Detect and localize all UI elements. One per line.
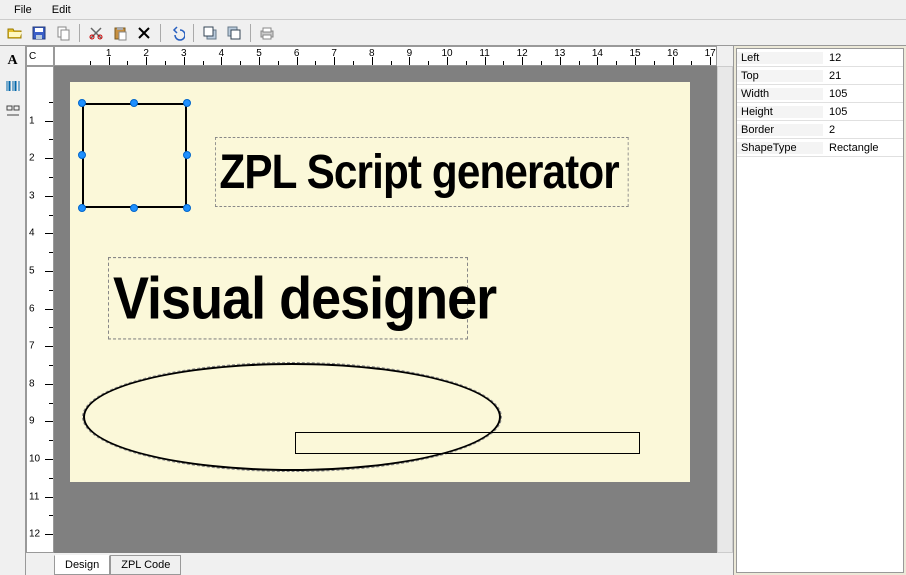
property-label: Width bbox=[737, 88, 823, 100]
canvas-page[interactable]: ZPL Script generator Visual designer bbox=[70, 82, 690, 482]
property-row[interactable]: ShapeTypeRectangle bbox=[737, 139, 903, 157]
printer-icon bbox=[259, 25, 275, 41]
rectangle-shape[interactable] bbox=[82, 103, 187, 208]
property-row[interactable]: Left12 bbox=[737, 49, 903, 67]
canvas-viewport[interactable]: ZPL Script generator Visual designer bbox=[54, 66, 717, 553]
copy-button[interactable] bbox=[52, 22, 74, 44]
property-label: Border bbox=[737, 124, 823, 136]
vertical-ruler: 123456789101112 bbox=[26, 66, 54, 553]
menu-edit[interactable]: Edit bbox=[42, 2, 81, 18]
menu-file[interactable]: File bbox=[4, 2, 42, 18]
tab-strip: Design ZPL Code bbox=[54, 553, 181, 575]
align-icon bbox=[5, 103, 21, 119]
selection-handle[interactable] bbox=[78, 99, 86, 107]
barcode-tool[interactable] bbox=[2, 75, 24, 97]
selection-handle[interactable] bbox=[78, 204, 86, 212]
tab-design[interactable]: Design bbox=[54, 555, 110, 575]
property-value[interactable]: 105 bbox=[823, 106, 903, 118]
selection-handle[interactable] bbox=[183, 99, 191, 107]
selection-handle[interactable] bbox=[130, 204, 138, 212]
align-tool[interactable] bbox=[2, 100, 24, 122]
selection-handle[interactable] bbox=[183, 151, 191, 159]
barcode-icon bbox=[5, 78, 21, 94]
property-label: Left bbox=[737, 52, 823, 64]
toolbar-separator bbox=[250, 24, 251, 42]
text-tool[interactable]: A bbox=[2, 50, 24, 72]
paste-button[interactable] bbox=[109, 22, 131, 44]
text-object[interactable]: ZPL Script generator bbox=[215, 137, 629, 207]
selection-handle[interactable] bbox=[130, 99, 138, 107]
tab-zpl-code[interactable]: ZPL Code bbox=[110, 555, 181, 575]
property-row[interactable]: Height105 bbox=[737, 103, 903, 121]
ellipse-shape[interactable] bbox=[82, 362, 502, 472]
toolbar-separator bbox=[79, 24, 80, 42]
save-button[interactable] bbox=[28, 22, 50, 44]
property-value[interactable]: 2 bbox=[823, 124, 903, 136]
selection-handle[interactable] bbox=[78, 151, 86, 159]
text-object[interactable]: Visual designer bbox=[108, 257, 468, 340]
toolbar bbox=[0, 20, 906, 46]
save-icon bbox=[31, 25, 47, 41]
undo-button[interactable] bbox=[166, 22, 188, 44]
send-back-button[interactable] bbox=[223, 22, 245, 44]
main-area: A C 1234567891011121314151617 1234567891… bbox=[0, 46, 906, 575]
property-label: Height bbox=[737, 106, 823, 118]
tool-palette: A bbox=[0, 46, 26, 575]
delete-icon bbox=[136, 25, 152, 41]
undo-icon bbox=[169, 25, 185, 41]
design-area: C 1234567891011121314151617 123456789101… bbox=[26, 46, 734, 575]
properties-panel: Left12Top21Width105Height105Border2Shape… bbox=[736, 48, 904, 573]
property-value[interactable]: Rectangle bbox=[823, 142, 903, 154]
property-row[interactable]: Border2 bbox=[737, 121, 903, 139]
delete-button[interactable] bbox=[133, 22, 155, 44]
paste-icon bbox=[112, 25, 128, 41]
send-back-icon bbox=[226, 25, 242, 41]
bring-front-button[interactable] bbox=[199, 22, 221, 44]
open-button[interactable] bbox=[4, 22, 26, 44]
vertical-scrollbar[interactable] bbox=[717, 66, 733, 553]
folder-open-icon bbox=[7, 25, 23, 41]
copy-icon bbox=[55, 25, 71, 41]
print-button[interactable] bbox=[256, 22, 278, 44]
bring-front-icon bbox=[202, 25, 218, 41]
selection-handle[interactable] bbox=[183, 204, 191, 212]
toolbar-separator bbox=[160, 24, 161, 42]
scissors-icon bbox=[88, 25, 104, 41]
ruler-corner: C bbox=[26, 46, 54, 66]
property-row[interactable]: Top21 bbox=[737, 67, 903, 85]
property-value[interactable]: 12 bbox=[823, 52, 903, 64]
toolbar-separator bbox=[193, 24, 194, 42]
property-value[interactable]: 105 bbox=[823, 88, 903, 100]
menubar: File Edit bbox=[0, 0, 906, 20]
cut-button[interactable] bbox=[85, 22, 107, 44]
property-label: Top bbox=[737, 70, 823, 82]
property-row[interactable]: Width105 bbox=[737, 85, 903, 103]
rectangle-shape[interactable] bbox=[295, 432, 640, 454]
property-label: ShapeType bbox=[737, 142, 823, 154]
horizontal-ruler: 1234567891011121314151617 bbox=[54, 46, 717, 66]
property-value[interactable]: 21 bbox=[823, 70, 903, 82]
